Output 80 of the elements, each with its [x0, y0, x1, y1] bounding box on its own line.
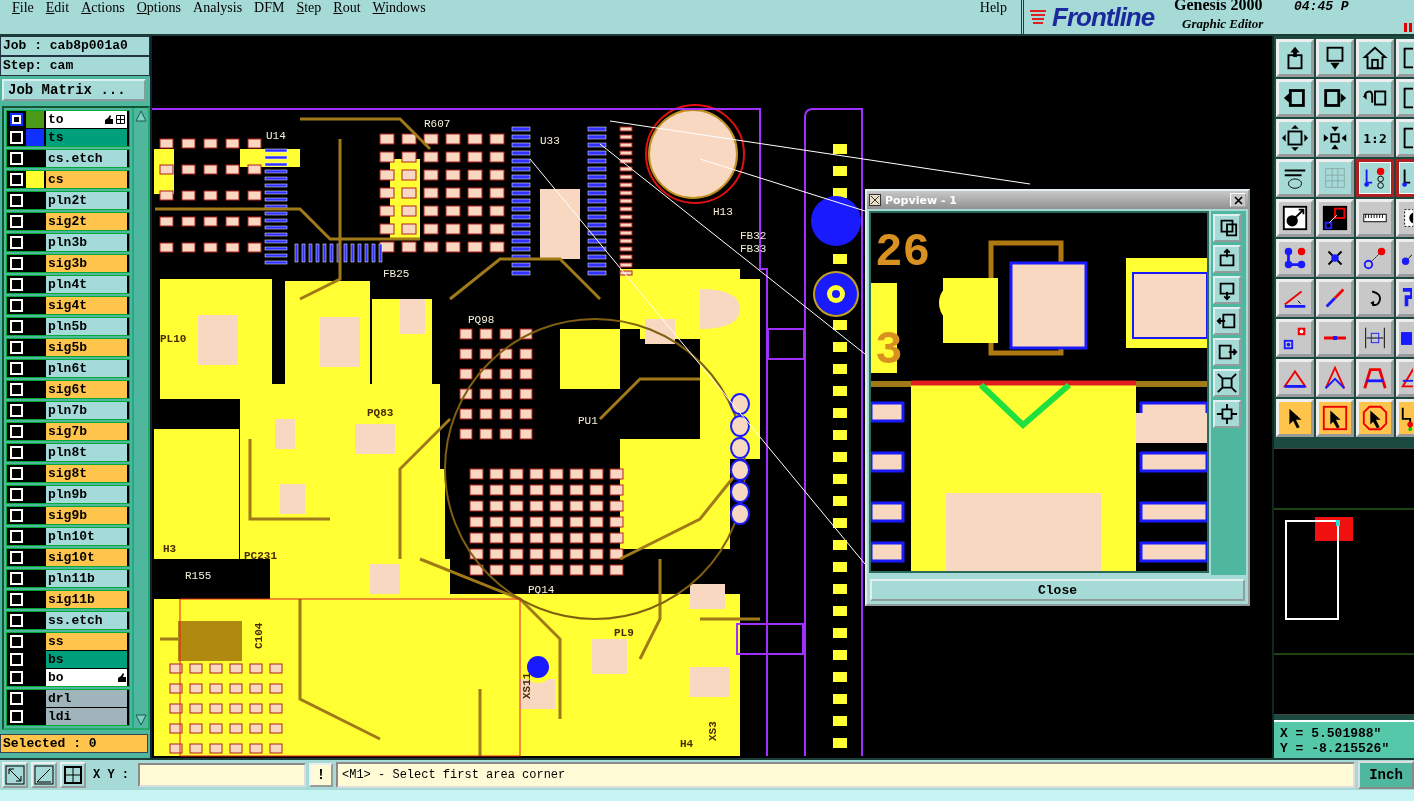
- board-label: U33: [540, 135, 560, 147]
- units-button[interactable]: Inch: [1358, 761, 1414, 789]
- shrink-icon: [1321, 124, 1349, 152]
- popview-tool-button[interactable]: [1213, 245, 1241, 273]
- angle-measure-icon: [34, 765, 54, 785]
- popview-tool-button[interactable]: [1213, 338, 1241, 366]
- pointer-octagon-icon: [1361, 404, 1389, 432]
- bracket-icon: [1401, 288, 1412, 308]
- line-icon: [1323, 334, 1347, 342]
- house-icon: [1361, 44, 1389, 72]
- prompt-message: <M1> - Select first area corner: [336, 762, 1355, 788]
- menu-item[interactable]: Edit: [45, 0, 70, 16]
- popview-tool-button[interactable]: [1213, 400, 1241, 428]
- board-label: PQ14: [528, 584, 555, 596]
- board-label: H4: [680, 738, 694, 750]
- selected-count: Selected : 0: [0, 734, 148, 753]
- board-label: PQ83: [367, 407, 394, 419]
- board-label: XS11: [521, 672, 533, 699]
- product-subtitle: Graphic Editor: [1181, 15, 1265, 32]
- layer-name[interactable]: ts: [48, 129, 127, 146]
- scroll-up-icon[interactable]: [135, 110, 147, 122]
- close-button[interactable]: Close: [870, 579, 1245, 601]
- popview-tool-button[interactable]: [1213, 276, 1241, 304]
- board-label: FB25: [383, 268, 410, 280]
- pointer-square-icon: [1321, 404, 1349, 432]
- pad-icon: [1401, 331, 1412, 345]
- window-icon: [869, 194, 881, 206]
- logo-text: Frontline: [1052, 1, 1155, 33]
- tool-button[interactable]: 1:2: [1356, 119, 1394, 157]
- board-label: PL10: [160, 333, 187, 345]
- menu-item[interactable]: Actions: [81, 0, 125, 16]
- diagonal-arrow-icon: [5, 765, 25, 785]
- layer-checkbox[interactable]: [10, 113, 23, 126]
- menu-item[interactable]: Rout: [333, 0, 361, 16]
- alert-button[interactable]: !: [309, 763, 333, 787]
- board-label: XS3: [707, 721, 719, 741]
- shrink-icon: [1216, 372, 1238, 394]
- popview-tool-button[interactable]: [1213, 369, 1241, 397]
- layer-name[interactable]: ss: [48, 633, 127, 650]
- layer-name[interactable]: drl: [48, 690, 127, 707]
- board-label: 26: [875, 227, 931, 279]
- board-label: U14: [266, 130, 286, 142]
- window-title: Popview - 1: [885, 193, 958, 207]
- board-label: PC231: [244, 550, 277, 562]
- xy-input-field[interactable]: [138, 763, 306, 787]
- menu-item[interactable]: Windows: [372, 0, 426, 16]
- grid-icon: [116, 115, 125, 124]
- job-matrix-button[interactable]: Job Matrix ...: [2, 79, 146, 101]
- board-label: C104: [253, 622, 265, 649]
- layer-name[interactable]: bs: [48, 651, 127, 668]
- tool-button[interactable]: [1356, 159, 1394, 197]
- board-label: PL9: [614, 627, 634, 639]
- help-menu[interactable]: Help: [979, 0, 1007, 16]
- menu-item[interactable]: Step: [296, 0, 322, 16]
- menu-item[interactable]: Options: [136, 0, 182, 16]
- clock-time: 04:45 P: [1294, 0, 1350, 13]
- board-label: PQ98: [468, 314, 495, 326]
- close-button[interactable]: [1230, 193, 1246, 207]
- expand-icon: [1281, 124, 1309, 152]
- layer-name[interactable]: ldi: [48, 708, 127, 725]
- job-name: Job : cab8p001a0: [0, 36, 150, 56]
- step-name: Step: cam: [0, 56, 150, 76]
- scroll-down-icon[interactable]: [135, 714, 147, 726]
- board-label: H3: [163, 543, 177, 555]
- popview-tool-button[interactable]: [1213, 307, 1241, 335]
- coordinate-readout: Y = -8.215526": [1280, 741, 1391, 756]
- coordinate-readout: X = 5.501988": [1280, 726, 1383, 741]
- board-label: PU1: [578, 415, 598, 427]
- menu-item[interactable]: Analysis: [193, 0, 243, 16]
- close-icon: [1233, 195, 1243, 205]
- board-label: H13: [713, 206, 733, 218]
- popview-tool-button[interactable]: [1213, 214, 1241, 242]
- board-label: R155: [185, 570, 212, 582]
- grid-square-icon: [63, 765, 83, 785]
- expand-icon: [1216, 403, 1238, 425]
- xy-label: X Y :: [93, 768, 129, 782]
- menu-item[interactable]: DFM: [254, 0, 285, 16]
- board-label: R607: [424, 118, 451, 130]
- pause-icon: [1404, 23, 1412, 32]
- menu-item[interactable]: File: [12, 0, 34, 16]
